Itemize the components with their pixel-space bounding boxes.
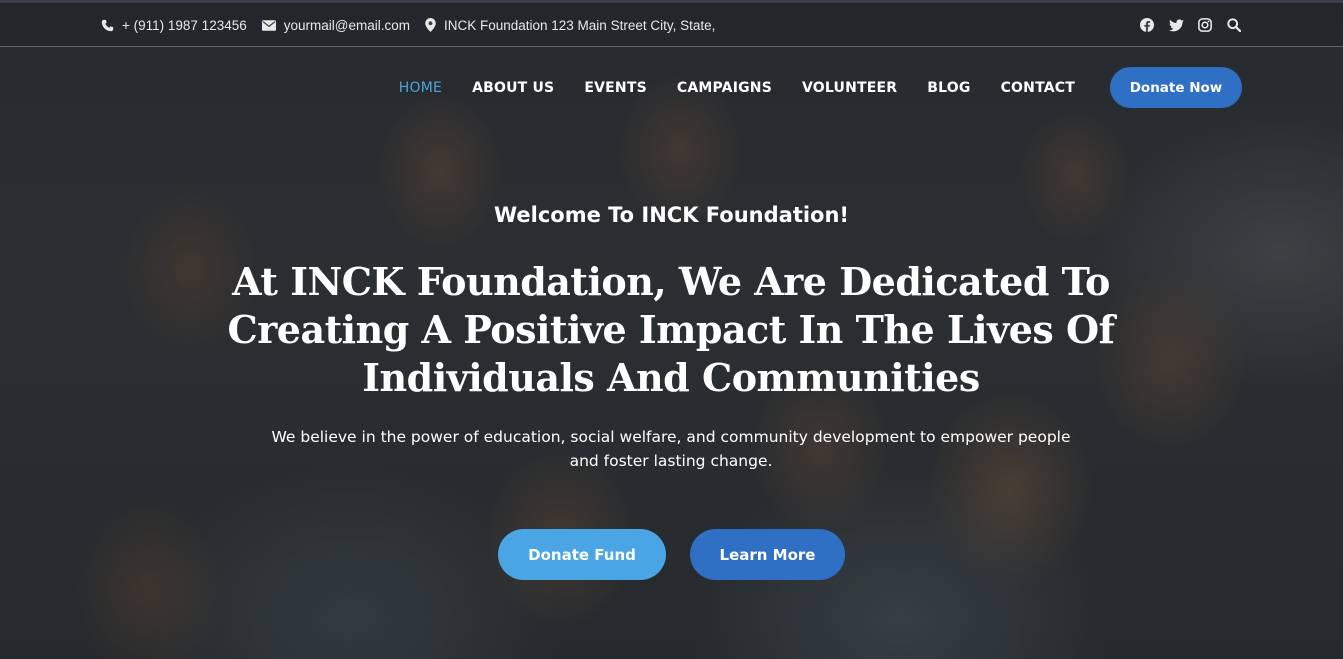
top-info-bar: + (911) 1987 123456 yourmail@email.com I… bbox=[0, 0, 1343, 47]
nav-events[interactable]: EVENTS bbox=[584, 80, 647, 96]
map-marker-icon bbox=[425, 18, 436, 32]
street-address: INCK Foundation 123 Main Street City, St… bbox=[443, 17, 716, 33]
search-icon[interactable] bbox=[1226, 17, 1242, 33]
social-links bbox=[1126, 17, 1242, 33]
nav-blog[interactable]: BLOG bbox=[927, 80, 970, 96]
main-navigation: HOME ABOUT US EVENTS CAMPAIGNS VOLUNTEER… bbox=[399, 67, 1242, 108]
donate-fund-button[interactable]: Donate Fund bbox=[498, 529, 666, 580]
hero-welcome-text: Welcome To INCK Foundation! bbox=[493, 203, 850, 227]
phone-icon bbox=[101, 19, 114, 31]
hero-subtext: We believe in the power of education, so… bbox=[271, 428, 1071, 470]
phone-contact[interactable]: + (911) 1987 123456 bbox=[101, 18, 247, 33]
nav-campaigns[interactable]: CAMPAIGNS bbox=[677, 80, 772, 96]
nav-home[interactable]: HOME bbox=[399, 80, 442, 96]
hero-headline: At INCK Foundation, We Are Dedicated To … bbox=[227, 259, 1115, 400]
phone-number: + (911) 1987 123456 bbox=[122, 17, 247, 33]
top-info-bar-inner: + (911) 1987 123456 yourmail@email.com I… bbox=[101, 14, 1242, 36]
envelope-icon bbox=[261, 19, 276, 31]
learn-more-button[interactable]: Learn More bbox=[690, 529, 845, 580]
email-address: yourmail@email.com bbox=[283, 17, 410, 33]
address-contact: INCK Foundation 123 Main Street City, St… bbox=[425, 18, 715, 33]
hero-cta-group: Donate Fund Learn More bbox=[0, 529, 1343, 580]
email-contact[interactable]: yourmail@email.com bbox=[261, 17, 410, 33]
facebook-icon[interactable] bbox=[1139, 17, 1155, 33]
instagram-icon[interactable] bbox=[1197, 17, 1213, 33]
donate-now-button[interactable]: Donate Now bbox=[1110, 67, 1242, 108]
nav-about-us[interactable]: ABOUT US bbox=[472, 80, 554, 96]
nav-volunteer[interactable]: VOLUNTEER bbox=[802, 80, 897, 96]
nav-contact[interactable]: CONTACT bbox=[1001, 80, 1075, 96]
twitter-icon[interactable] bbox=[1168, 17, 1184, 33]
